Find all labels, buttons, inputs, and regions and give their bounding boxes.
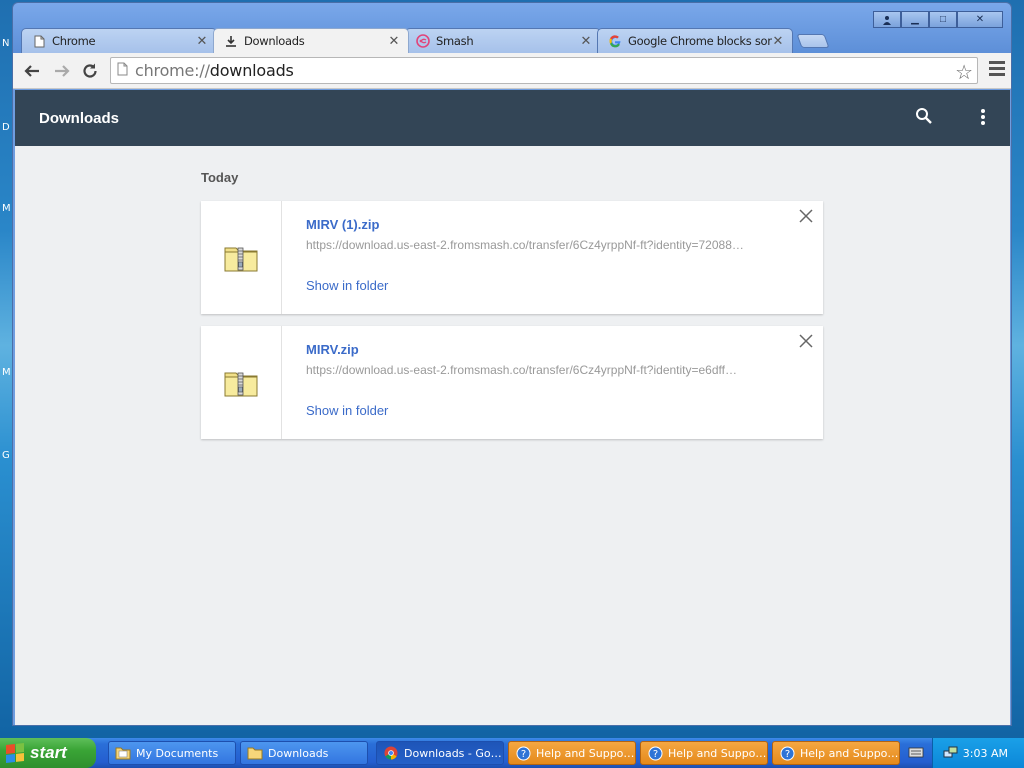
tab-title: Downloads: [244, 34, 305, 48]
help-icon: ?: [779, 745, 795, 761]
tab-google-article[interactable]: Google Chrome blocks some ✕: [597, 28, 793, 53]
new-tab-button[interactable]: [796, 34, 830, 48]
google-icon: [608, 34, 622, 48]
show-in-folder-link[interactable]: Show in folder: [306, 278, 388, 293]
page-icon: [117, 62, 135, 79]
profile-button[interactable]: [873, 11, 901, 28]
svg-text:?: ?: [652, 749, 657, 760]
date-section-label: Today: [201, 170, 239, 185]
close-tab-icon[interactable]: ✕: [772, 33, 784, 49]
help-icon: ?: [647, 745, 663, 761]
windows-logo-icon: [6, 743, 24, 763]
download-filename-link[interactable]: MIRV (1).zip: [306, 217, 379, 232]
start-label: start: [30, 743, 67, 762]
tab-chrome[interactable]: Chrome ✕: [21, 28, 217, 53]
keyboard-language-icon[interactable]: [908, 745, 924, 761]
more-options-icon[interactable]: [981, 109, 985, 127]
url-path: downloads: [209, 61, 294, 80]
close-window-button[interactable]: ✕: [957, 11, 1003, 28]
show-in-folder-link[interactable]: Show in folder: [306, 403, 388, 418]
start-button[interactable]: start: [0, 738, 96, 768]
minimize-button[interactable]: ▁: [901, 11, 929, 28]
system-tray: 3:03 AM: [932, 738, 1024, 768]
tab-title: Google Chrome blocks some: [628, 34, 772, 48]
chrome-icon: [383, 745, 399, 761]
download-source-url[interactable]: https://download.us-east-2.fromsmash.co/…: [306, 363, 778, 377]
chrome-menu-icon[interactable]: [989, 61, 1005, 79]
desktop-icon-label-fragment: M: [2, 367, 11, 378]
close-tab-icon[interactable]: ✕: [580, 33, 592, 49]
zip-file-icon: [201, 326, 282, 439]
download-item: MIRV (1).zip https://download.us-east-2.…: [201, 201, 823, 314]
close-tab-icon[interactable]: ✕: [196, 33, 208, 49]
taskbar-item-help-and-support[interactable]: ? Help and Suppo…: [772, 741, 900, 765]
url-text: chrome://downloads: [135, 61, 294, 80]
taskbar-item-label: My Documents: [136, 746, 219, 760]
desktop-icon-label-fragment: G: [2, 450, 10, 461]
close-tab-icon[interactable]: ✕: [388, 33, 400, 49]
tab-downloads[interactable]: Downloads ✕: [213, 28, 409, 53]
desktop-icon-label-fragment: M: [2, 203, 11, 214]
folder-icon: [115, 745, 131, 761]
reload-icon[interactable]: [79, 60, 101, 82]
download-filename-link[interactable]: MIRV.zip: [306, 342, 359, 357]
restore-button[interactable]: □: [929, 11, 957, 28]
taskbar: start My Documents Downloads Downloads -…: [0, 738, 1024, 768]
taskbar-item-label: Help and Suppo…: [536, 746, 635, 760]
download-icon: [224, 34, 238, 48]
downloads-header: Downloads: [15, 90, 1010, 146]
taskbar-item-downloads-folder[interactable]: Downloads: [240, 741, 368, 765]
smash-icon: [416, 34, 430, 48]
zip-file-icon: [201, 201, 282, 314]
tab-smash[interactable]: Smash ✕: [405, 28, 601, 53]
download-item: MIRV.zip https://download.us-east-2.from…: [201, 326, 823, 439]
url-scheme: chrome://: [135, 61, 210, 80]
address-bar[interactable]: chrome://downloads ☆: [110, 57, 978, 84]
folder-icon: [247, 745, 263, 761]
page-title: Downloads: [39, 110, 120, 127]
bookmark-star-icon[interactable]: ☆: [955, 60, 973, 85]
svg-text:?: ?: [520, 749, 525, 760]
chrome-window: ▁ □ ✕ Chrome ✕ Downloads ✕ Smash ✕ Googl…: [12, 2, 1012, 726]
download-source-url[interactable]: https://download.us-east-2.fromsmash.co/…: [306, 238, 778, 252]
downloads-page: Downloads Today MIRV (1).zip https://dow…: [15, 90, 1010, 725]
tab-strip: Chrome ✕ Downloads ✕ Smash ✕ Google Chro…: [21, 28, 830, 53]
taskbar-item-help-and-support[interactable]: ? Help and Suppo…: [508, 741, 636, 765]
window-controls: ▁ □ ✕: [873, 11, 1003, 28]
tab-title: Chrome: [52, 34, 96, 48]
desktop-icon-label-fragment: N: [2, 38, 10, 49]
browser-toolbar: chrome://downloads ☆: [13, 53, 1011, 89]
page-icon: [32, 34, 46, 48]
taskbar-item-label: Downloads: [268, 746, 329, 760]
remove-download-icon[interactable]: [799, 334, 815, 350]
network-icon[interactable]: [943, 745, 959, 761]
remove-download-icon[interactable]: [799, 209, 815, 225]
tab-title: Smash: [436, 34, 474, 48]
search-icon[interactable]: [915, 107, 935, 127]
clock[interactable]: 3:03 AM: [963, 747, 1008, 760]
taskbar-item-label: Downloads - Go…: [404, 746, 502, 760]
forward-arrow-icon[interactable]: [51, 60, 73, 82]
back-arrow-icon[interactable]: [21, 60, 43, 82]
taskbar-item-chrome-downloads[interactable]: Downloads - Go…: [376, 741, 504, 765]
taskbar-item-my-documents[interactable]: My Documents: [108, 741, 236, 765]
taskbar-item-help-and-support[interactable]: ? Help and Suppo…: [640, 741, 768, 765]
svg-text:?: ?: [784, 749, 789, 760]
taskbar-item-label: Help and Suppo…: [800, 746, 899, 760]
desktop-icon-label-fragment: D: [2, 122, 10, 133]
taskbar-item-label: Help and Suppo…: [668, 746, 767, 760]
help-icon: ?: [515, 745, 531, 761]
